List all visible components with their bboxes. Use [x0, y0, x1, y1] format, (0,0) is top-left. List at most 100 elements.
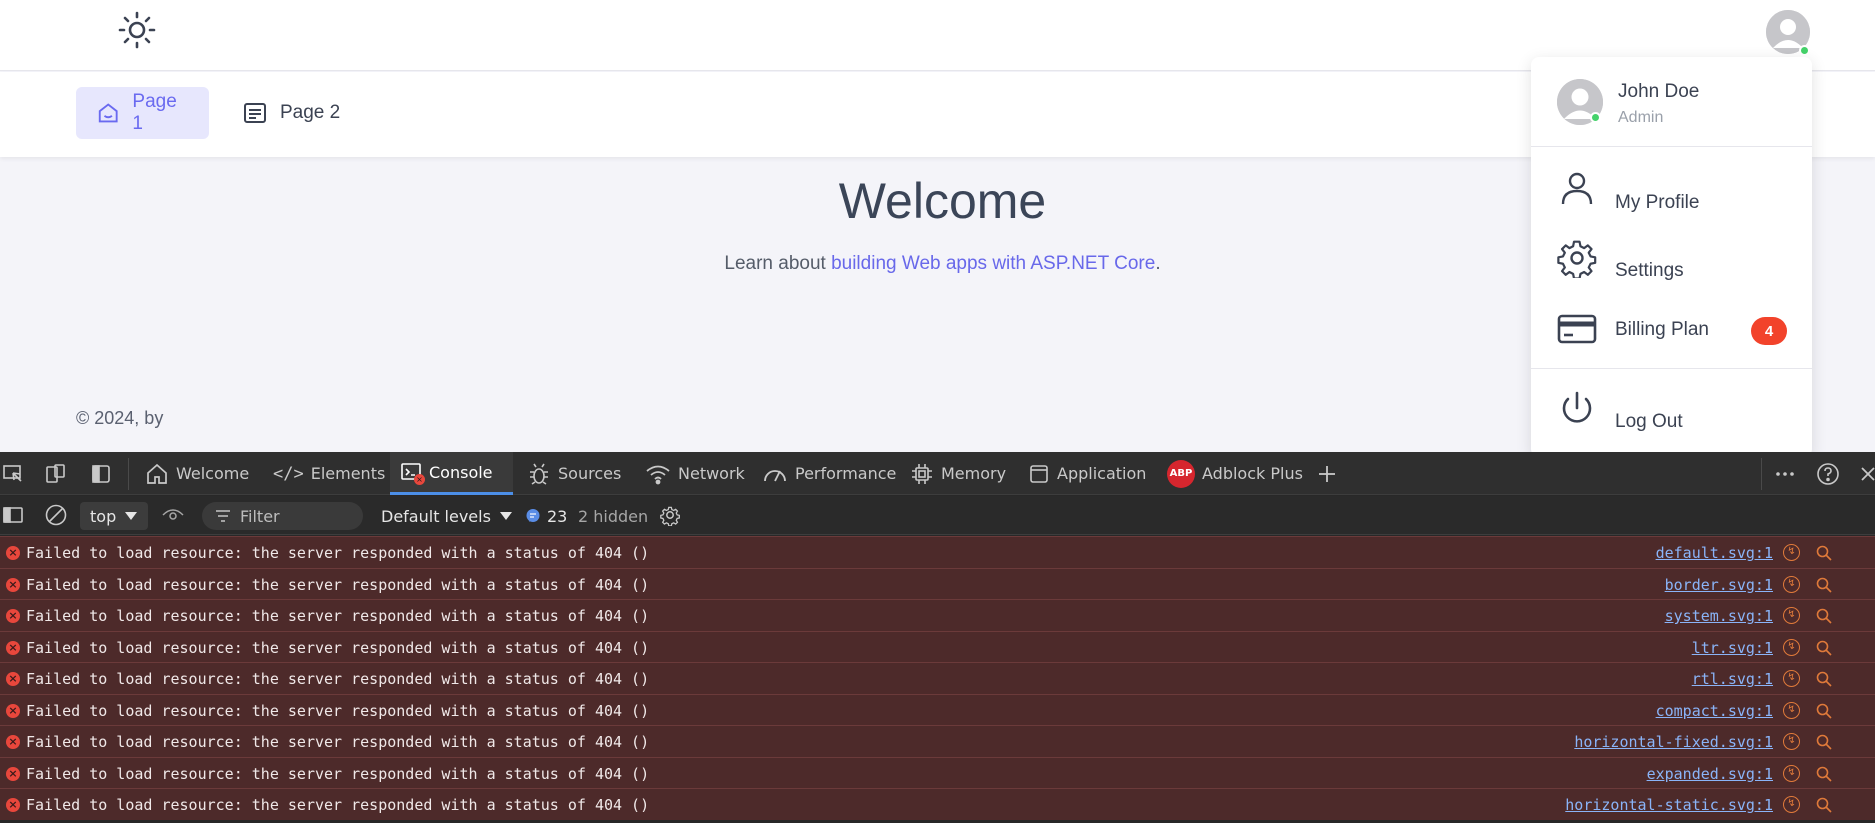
nav-item-label: Page 2 — [280, 102, 341, 123]
console-settings-gear-icon[interactable] — [657, 502, 683, 528]
console-error-row[interactable]: × Failed to load resource: the server res… — [0, 567, 1875, 599]
more-tabs-plus-icon[interactable] — [1314, 461, 1340, 487]
console-icon: × — [400, 461, 425, 485]
console-error-row[interactable]: × Failed to load resource: the server res… — [0, 662, 1875, 694]
explain-error-icon[interactable]: ↯ — [1783, 544, 1800, 561]
tab-label: Network — [678, 464, 745, 483]
console-error-row[interactable]: × Failed to load resource: the server res… — [0, 693, 1875, 725]
triangle-down-icon — [125, 512, 138, 520]
device-emulation-icon[interactable] — [42, 461, 68, 487]
tab-sources[interactable]: Sources — [517, 452, 631, 495]
error-message: Failed to load resource: the server resp… — [26, 796, 650, 814]
error-message: Failed to load resource: the server resp… — [26, 575, 650, 594]
clear-console-icon[interactable] — [43, 502, 69, 528]
close-icon[interactable] — [1855, 461, 1875, 487]
sun-icon[interactable] — [115, 8, 159, 52]
source-link[interactable]: default.svg:1 — [1656, 544, 1773, 562]
menu-item-log-out[interactable]: Log Out — [1531, 382, 1812, 438]
search-icon[interactable] — [1815, 607, 1833, 625]
context-selector[interactable]: top — [80, 502, 148, 530]
tab-performance[interactable]: Performance — [752, 452, 906, 495]
explain-error-icon[interactable]: ↯ — [1783, 764, 1800, 782]
explain-error-icon[interactable]: ↯ — [1783, 575, 1800, 593]
search-icon[interactable] — [1815, 796, 1833, 814]
menu-item-label: My Profile — [1615, 192, 1700, 213]
search-icon[interactable] — [1815, 576, 1833, 594]
app-window-icon — [1030, 464, 1048, 483]
show-sidebar-icon[interactable] — [0, 502, 26, 528]
filter-input[interactable]: Filter — [202, 502, 363, 530]
tab-label: Elements — [310, 464, 386, 483]
error-message: Failed to load resource: the server resp… — [26, 607, 650, 625]
tab-application[interactable]: Application — [1018, 452, 1156, 495]
search-icon[interactable] — [1815, 670, 1833, 688]
triangle-down-icon — [499, 512, 512, 520]
hidden-count: 2 hidden — [578, 506, 649, 526]
help-icon[interactable] — [1815, 461, 1841, 487]
menu-item-settings[interactable]: Settings — [1531, 230, 1812, 286]
inspect-element-icon[interactable] — [0, 461, 26, 487]
source-link[interactable]: system.svg:1 — [1665, 607, 1773, 625]
error-icon: × — [6, 609, 20, 623]
source-link[interactable]: rtl.svg:1 — [1692, 670, 1773, 688]
explain-error-icon[interactable]: ↯ — [1783, 670, 1800, 687]
search-icon[interactable] — [1815, 765, 1833, 783]
console-error-row[interactable]: × Failed to load resource: the server res… — [0, 630, 1875, 662]
source-link[interactable]: compact.svg:1 — [1656, 702, 1773, 720]
error-icon: × — [6, 640, 20, 655]
live-expression-eye-icon[interactable] — [160, 502, 186, 528]
error-icon: × — [6, 703, 20, 718]
toggle-sidebar-icon[interactable] — [88, 461, 114, 487]
nav-item-page-2[interactable]: Page 2 — [222, 87, 360, 139]
source-link[interactable]: horizontal-fixed.svg:1 — [1574, 733, 1773, 751]
explain-error-icon[interactable]: ↯ — [1783, 607, 1800, 624]
console-error-row[interactable]: × Failed to load resource: the server res… — [0, 536, 1875, 568]
tab-network[interactable]: Network — [635, 452, 755, 495]
error-message: Failed to load resource: the server resp… — [26, 638, 650, 657]
console-toolbar: top Filter Default levels 23 2 hidden — [0, 496, 1875, 535]
more-options-icon[interactable] — [1772, 461, 1798, 487]
tab-adblock-plus[interactable]: ABP Adblock Plus — [1157, 452, 1313, 495]
search-icon[interactable] — [1815, 702, 1833, 720]
source-link[interactable]: expanded.svg:1 — [1647, 765, 1773, 783]
console-error-row[interactable]: × Failed to load resource: the server res… — [0, 599, 1875, 631]
console-error-row[interactable]: × Failed to load resource: the server res… — [0, 756, 1875, 788]
tab-console[interactable]: × Console — [390, 452, 513, 495]
menu-item-label: Billing Plan — [1615, 319, 1709, 340]
tab-label: Memory — [941, 464, 1007, 483]
error-icon: × — [6, 672, 20, 686]
nav-item-page-1[interactable]: Page 1 — [76, 87, 209, 139]
explain-error-icon[interactable]: ↯ — [1783, 638, 1800, 656]
error-badge-icon: × — [414, 474, 425, 485]
menu-item-my-profile[interactable]: My Profile — [1531, 160, 1812, 216]
adblock-plus-icon: ABP — [1167, 459, 1195, 488]
user-avatar[interactable] — [1766, 10, 1810, 56]
error-message: Failed to load resource: the server resp… — [26, 733, 650, 751]
source-link[interactable]: ltr.svg:1 — [1692, 639, 1773, 657]
tab-elements[interactable]: </> Elements — [263, 452, 395, 495]
menu-item-billing-plan[interactable]: Billing Plan 4 — [1531, 301, 1812, 357]
log-levels-label: Default levels — [381, 506, 491, 526]
tab-divider — [1761, 458, 1762, 490]
docs-link[interactable]: building Web apps with ASP.NET Core — [831, 253, 1155, 274]
console-error-row[interactable]: × Failed to load resource: the server res… — [0, 788, 1875, 820]
console-error-row[interactable]: × Failed to load resource: the server res… — [0, 725, 1875, 757]
search-icon[interactable] — [1815, 639, 1833, 657]
search-icon[interactable] — [1815, 733, 1833, 751]
search-icon[interactable] — [1815, 544, 1833, 562]
log-levels-dropdown[interactable]: Default levels — [381, 502, 513, 530]
source-link[interactable]: border.svg:1 — [1665, 576, 1773, 594]
online-status-dot — [1799, 45, 1810, 56]
error-icon: × — [6, 577, 20, 592]
explain-error-icon[interactable]: ↯ — [1783, 796, 1800, 813]
tab-label: Welcome — [176, 464, 250, 483]
explain-error-icon[interactable]: ↯ — [1783, 701, 1800, 719]
user-menu: John Doe Admin My Profile Settings Billi… — [1531, 57, 1812, 452]
tab-welcome[interactable]: Welcome — [135, 452, 259, 495]
user-icon — [1557, 168, 1597, 208]
tab-memory[interactable]: Memory — [900, 452, 1016, 495]
explain-error-icon[interactable]: ↯ — [1783, 733, 1800, 750]
source-link[interactable]: horizontal-static.svg:1 — [1565, 796, 1773, 814]
intro-prefix: Learn about — [724, 253, 832, 274]
message-count[interactable]: 23 — [525, 502, 567, 530]
